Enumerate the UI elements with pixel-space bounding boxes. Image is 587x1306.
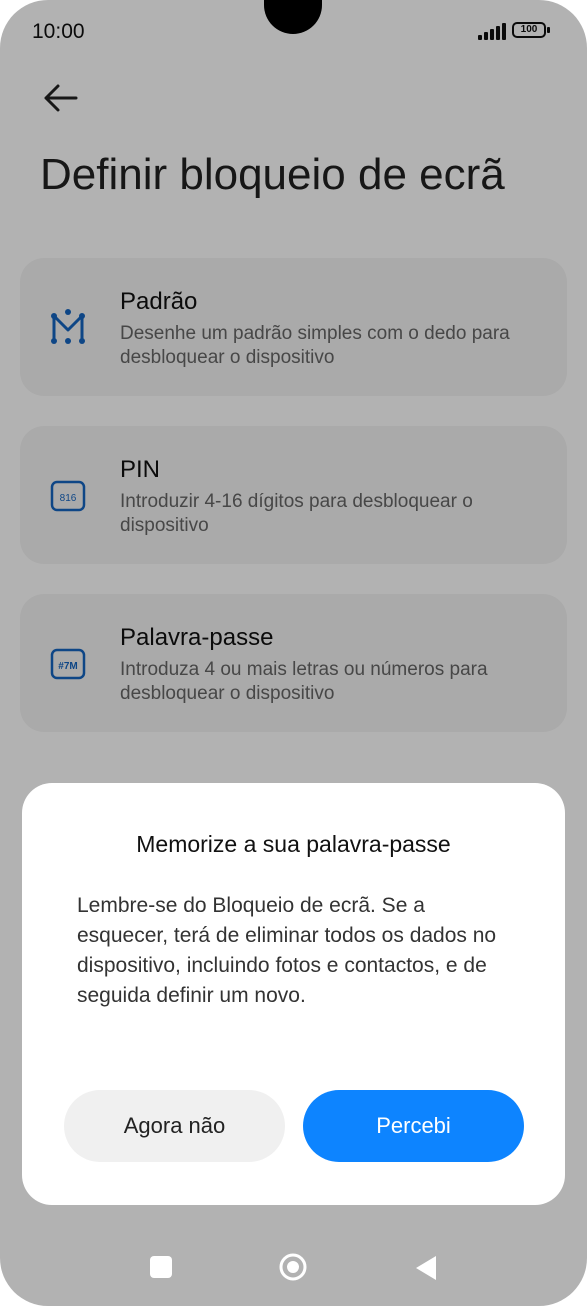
not-now-button[interactable]: Agora não — [64, 1090, 285, 1162]
dialog-title: Memorize a sua palavra-passe — [136, 831, 451, 857]
password-reminder-dialog: Memorize a sua palavra-passe Lembre-se d… — [22, 783, 565, 1205]
nav-back-icon[interactable] — [414, 1254, 438, 1282]
recent-apps-icon[interactable] — [150, 1256, 172, 1278]
got-it-button[interactable]: Percebi — [303, 1090, 524, 1162]
home-icon[interactable] — [278, 1252, 308, 1282]
dialog-message: Lembre-se do Bloqueio de ecrã. Se a esqu… — [77, 894, 497, 1007]
navigation-bar — [0, 1230, 587, 1306]
phone-screen: 10:00 100 Definir bloqueio de ecrã Padrã… — [0, 0, 587, 1306]
